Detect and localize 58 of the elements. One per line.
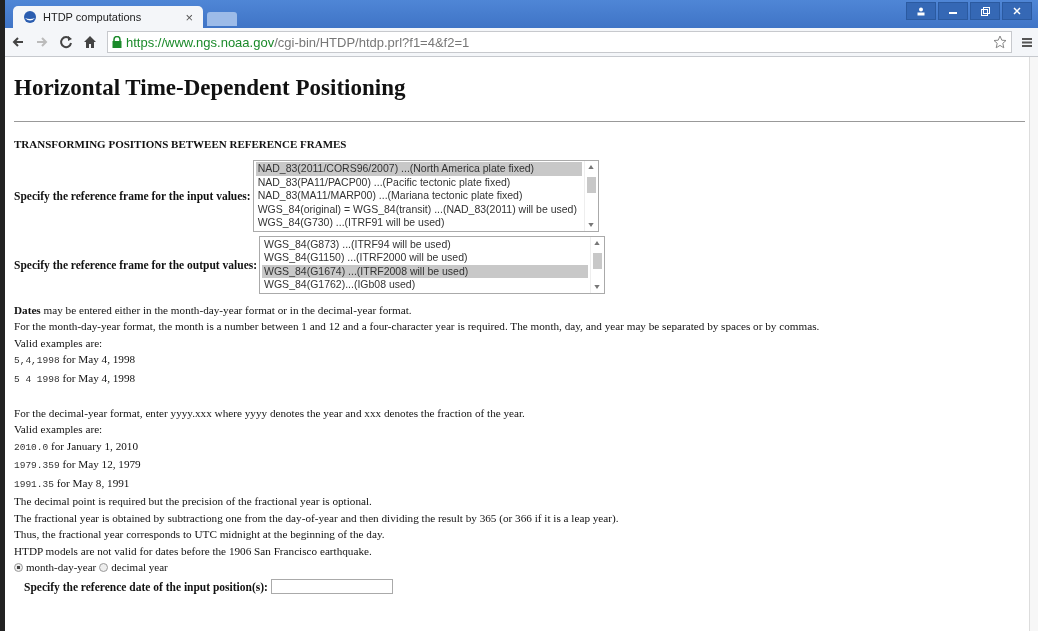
example-text: 1991.35 for May 8, 1991 (14, 475, 131, 492)
radio-label[interactable]: month-day-year (26, 559, 97, 575)
example-text: 1979.359 for May 12, 1979 (14, 457, 142, 473)
input-field[interactable] (270, 579, 393, 594)
reference-frame-listbox[interactable] (252, 160, 599, 232)
reference-frame-listbox[interactable]: WGS_84(G873) ...(ITRF94 will be used) WGS_84(G1150) ...(ITRF2000 will be used) WGS_84(G1674) ...(ITRF2008 will be used) WGS_84(G1762)...(IGb08 used) (259, 235, 606, 294)
paragraph-text: The fractional year is obtained by subtractiong one from the day-of-year and then dividing the result by 365 (or 366 if it is a leap year). (14, 510, 620, 526)
listbox-option[interactable]: WGS_84(G730) ...(ITRF91 will be used) (255, 216, 582, 230)
paragraph-text: HTDP models are not valid for dates before the 1906 San Francisco earthquake. (14, 543, 373, 559)
section-heading: TRANSFORMING POSITIONS BETWEEN REFERENCE FRAMES (14, 138, 347, 150)
output-frame-label: Specify the reference frame for the output values: (14, 258, 258, 271)
close-button[interactable] (1002, 2, 1032, 20)
page-title: Horizontal Time-Dependent Positioning (14, 75, 407, 101)
scrollbar-thumb[interactable] (593, 252, 603, 269)
listbox-option[interactable]: WGS_84(G1150) ...(ITRF2000 will be used) (262, 251, 589, 265)
back-icon[interactable] (11, 35, 25, 49)
paragraph-text: Thus, the fractional year corresponds to UTC midnight at the beginning of the day. (14, 527, 386, 542)
close-tab-button[interactable]: × (185, 9, 193, 25)
lock-icon (112, 36, 122, 48)
scrollbar-thumb[interactable] (586, 177, 596, 193)
paragraph-text: Valid examples are: (14, 335, 104, 351)
input-frame-label: Specify the reference frame for the input values: (14, 189, 251, 202)
listbox-option[interactable]: WGS_84(original) = WGS_84(transit) ...(NAD_83(2011) will be used) (255, 202, 582, 216)
listbox-option[interactable]: NAD_83(2011/CORS96/2007) ...(North America plate fixed) (255, 162, 582, 176)
example-text: 5,4,1998 for May 4, 1998 (14, 352, 137, 368)
radio-button[interactable] (99, 562, 109, 572)
scroll-down-icon[interactable] (594, 284, 601, 289)
example-text: 5 4 1998 for May 4, 1998 (14, 370, 137, 387)
reload-icon[interactable] (59, 35, 73, 49)
paragraph-text: The decimal point is required but the precision of the fractional year is optional. (14, 494, 373, 509)
close-icon (1013, 7, 1021, 15)
listbox-option[interactable]: WGS_84(G1762)...(IGb08 used) (262, 278, 589, 292)
paragraph-text: For the month-day-year format, the month is a number between 1 and 12 and a four-character year is required. The month, day, and year may be separated by spaces or by commas. (14, 319, 821, 334)
listbox-option[interactable]: WGS_84(G1674) ...(ITRF2008 will be used) (262, 264, 589, 278)
restore-button[interactable] (970, 2, 1000, 20)
paragraph-text: Valid examples are: (14, 422, 104, 437)
listbox-option[interactable]: NAD_83(MA11/MARP00) ...(Mariana tectonic plate fixed) (255, 189, 582, 203)
listbox-option[interactable]: WGS_84(G873) ...(ITRF94 will be used) (262, 237, 589, 251)
minimize-button[interactable] (938, 2, 968, 20)
browser-tab[interactable]: HTDP computations × (13, 6, 203, 28)
star-icon[interactable] (993, 35, 1007, 49)
paragraph-text: Dates may be entered either in the month-day-year format or in the decimal-year format. (14, 302, 413, 318)
paragraph-text: For the decimal-year format, enter yyyy.xxx where yyyy denotes the year and xxx denotes the fraction of the year. (14, 405, 526, 421)
globe-icon (23, 10, 37, 24)
page-scrollbar[interactable] (1029, 57, 1038, 631)
user-icon[interactable] (906, 2, 936, 20)
example-text: 2010.0 for January 1, 2010 (14, 438, 139, 455)
reference-date-label: Specify the reference date of the input position(s): (24, 580, 268, 593)
radio-label[interactable]: decimal year (111, 559, 168, 575)
listbox-option[interactable]: NAD_83(PA11/PACP00) ...(Pacific tectonic plate fixed) (255, 175, 582, 189)
home-icon[interactable] (83, 35, 97, 49)
scroll-up-icon[interactable] (594, 240, 601, 245)
restore-icon (980, 6, 990, 16)
address-bar[interactable]: https://www.ngs.noaa.gov/cgi-bin/HTDP/htdp.prl?f1=4&f2=1 (107, 31, 1012, 53)
menu-icon[interactable] (1022, 36, 1032, 48)
scroll-down-icon[interactable] (587, 222, 594, 227)
scroll-up-icon[interactable] (587, 165, 594, 169)
radio-button[interactable] (14, 562, 23, 572)
